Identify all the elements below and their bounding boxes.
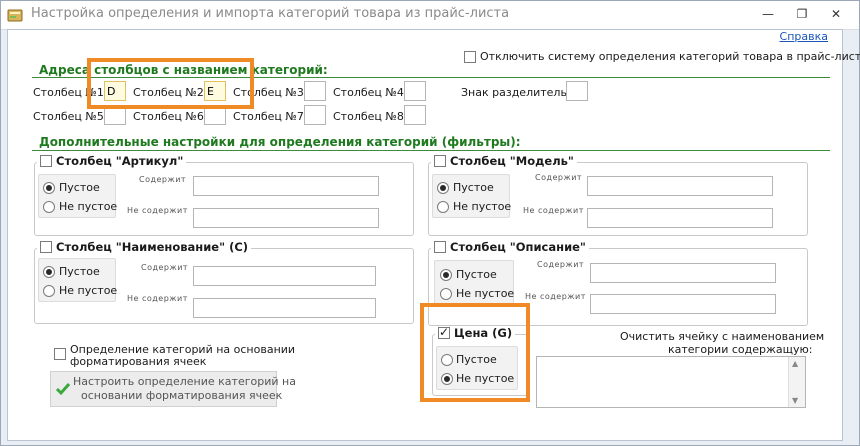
model-contains-input[interactable] (587, 176, 773, 196)
clear-cell-scrollbar[interactable]: ▲ ▼ (788, 357, 805, 407)
col7-label: Столбец №7: (233, 110, 308, 123)
minimize-button[interactable]: — (755, 4, 781, 24)
disable-system-label: Отключить систему определения категорий … (480, 50, 860, 63)
description-group-title: Столбец "Описание" (450, 240, 586, 254)
configure-formatting-button[interactable]: Настроить определение категорий на основ… (50, 371, 296, 407)
checkmark-icon (55, 383, 71, 396)
article-not-empty-label: Не пустое (59, 200, 118, 213)
app-icon (7, 9, 23, 22)
price-not-empty-radio[interactable] (441, 373, 453, 385)
price-group-header: Цена (G) (435, 325, 516, 340)
col6-label: Столбец №6: (133, 110, 208, 123)
separator-label: Знак разделитель: (461, 86, 571, 99)
client-area: Справка Отключить систему определения ка… (7, 29, 860, 441)
price-empty-radio[interactable] (441, 354, 453, 366)
description-contains-label: Содержит (537, 260, 585, 269)
article-not-empty-radio[interactable] (43, 201, 55, 213)
name-group-header: Столбец "Наименование" (C) (37, 240, 252, 254)
description-group-header: Столбец "Описание" (431, 240, 589, 254)
col5-label: Столбец №5: (33, 110, 108, 123)
name-not-empty-label: Не пустое (59, 284, 118, 297)
description-not-empty-radio[interactable] (440, 288, 452, 300)
col2-label: Столбец №2: (133, 86, 208, 99)
name-filter-checkbox[interactable] (40, 241, 52, 253)
price-group-title: Цена (G) (454, 326, 513, 340)
configure-formatting-line1: Настроить определение категорий на (73, 375, 296, 388)
filters-section-divider (32, 150, 830, 151)
price-empty-label: Пустое (456, 353, 497, 366)
article-not-contains-label: Не содержит (127, 206, 188, 215)
description-filter-checkbox[interactable] (434, 241, 446, 253)
name-contains-input[interactable] (193, 266, 376, 286)
col3-input[interactable] (304, 81, 326, 101)
maximize-button[interactable]: ❐ (789, 4, 815, 24)
price-filter-checkbox[interactable] (438, 325, 450, 339)
price-not-empty-label: Не пустое (456, 372, 515, 385)
scroll-up-icon[interactable]: ▲ (792, 359, 798, 368)
article-empty-radio[interactable] (43, 182, 55, 194)
scroll-down-icon[interactable]: ▼ (792, 396, 798, 405)
col5-input[interactable] (104, 105, 126, 125)
col4-label: Столбец №4: (333, 86, 408, 99)
col2-input[interactable] (204, 81, 226, 101)
separator-input[interactable] (566, 81, 588, 101)
description-empty-radio[interactable] (440, 269, 452, 281)
article-empty-label: Пустое (59, 181, 100, 194)
col6-input[interactable] (204, 105, 226, 125)
clear-cell-label-line2: категории содержащую: (668, 343, 813, 356)
article-filter-checkbox[interactable] (40, 155, 52, 167)
name-empty-radio[interactable] (43, 266, 55, 278)
model-not-contains-input[interactable] (587, 208, 773, 228)
model-not-empty-label: Не пустое (453, 200, 512, 213)
columns-section-title: Адреса столбцов с названием категорий: (39, 63, 328, 77)
col8-input[interactable] (404, 105, 426, 125)
col3-label: Столбец №3: (233, 86, 308, 99)
configure-formatting-line2: основании форматирования ячеек (81, 389, 283, 402)
description-not-contains-label: Не содержит (525, 292, 586, 301)
filters-section-title: Дополнительные настройки для определения… (39, 135, 521, 149)
model-group-title: Столбец "Модель" (450, 154, 574, 168)
clear-cell-textarea[interactable]: ▲ ▼ (536, 356, 806, 408)
name-group-title: Столбец "Наименование" (C) (56, 240, 249, 254)
close-button[interactable]: ✕ (823, 4, 849, 24)
article-group-title: Столбец "Артикул" (56, 154, 184, 168)
article-contains-label: Содержит (139, 175, 187, 184)
article-not-contains-input[interactable] (193, 208, 379, 228)
name-empty-label: Пустое (59, 265, 100, 278)
model-group-header: Столбец "Модель" (431, 154, 577, 168)
col1-label: Столбец №1: (33, 86, 108, 99)
model-not-contains-label: Не содержит (523, 206, 584, 215)
window-title: Настройка определения и импорта категори… (31, 6, 510, 21)
minimize-icon: — (762, 7, 774, 21)
model-empty-radio[interactable] (437, 182, 449, 194)
help-link[interactable]: Справка (780, 30, 828, 43)
model-empty-label: Пустое (453, 181, 494, 194)
clear-cell-label-line1: Очистить ячейку с наименованием (620, 330, 825, 343)
model-filter-checkbox[interactable] (434, 155, 446, 167)
formatting-checkbox[interactable] (54, 348, 66, 360)
col4-input[interactable] (404, 81, 426, 101)
model-not-empty-radio[interactable] (437, 201, 449, 213)
description-not-empty-label: Не пустое (456, 287, 515, 300)
formatting-label-line2: форматирования ячеек (70, 355, 207, 368)
article-group-header: Столбец "Артикул" (37, 154, 187, 168)
article-contains-input[interactable] (193, 176, 379, 196)
description-contains-input[interactable] (590, 263, 776, 283)
name-not-contains-label: Не содержит (127, 294, 188, 303)
col8-label: Столбец №8: (333, 110, 408, 123)
name-not-empty-radio[interactable] (43, 285, 55, 297)
description-not-contains-input[interactable] (590, 294, 776, 314)
dialog-window: Настройка определения и импорта категори… (0, 0, 860, 446)
model-contains-label: Содержит (535, 173, 583, 182)
maximize-icon: ❐ (796, 7, 808, 21)
columns-section-divider (32, 77, 830, 78)
col7-input[interactable] (304, 105, 326, 125)
description-empty-label: Пустое (456, 268, 497, 281)
title-bar: Настройка определения и импорта категори… (1, 1, 859, 30)
close-icon: ✕ (830, 7, 842, 21)
col1-input[interactable] (104, 81, 126, 101)
name-contains-label: Содержит (141, 263, 189, 272)
disable-system-checkbox[interactable] (464, 51, 476, 63)
name-not-contains-input[interactable] (193, 298, 376, 318)
